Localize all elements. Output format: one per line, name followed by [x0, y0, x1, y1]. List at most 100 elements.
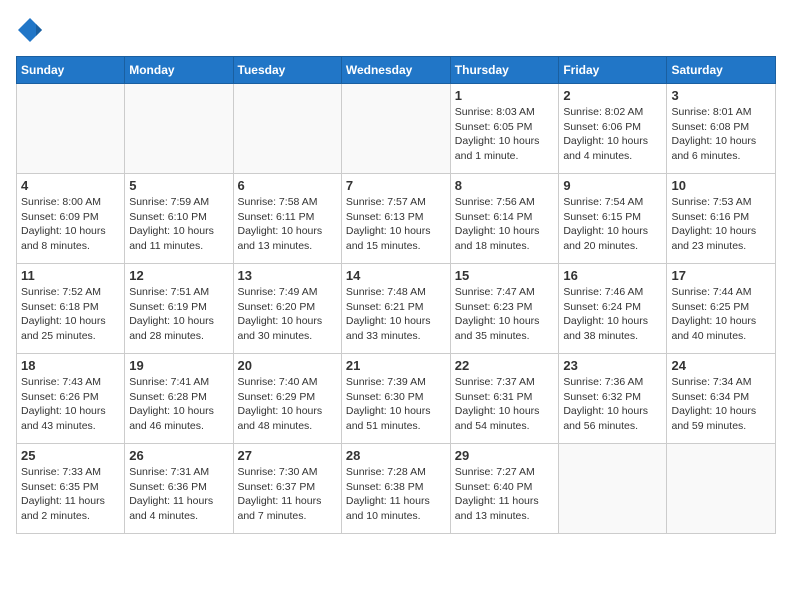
calendar-week-row: 4 Sunrise: 8:00 AM Sunset: 6:09 PM Daylig… — [17, 174, 776, 264]
calendar-cell: 29 Sunrise: 7:27 AM Sunset: 6:40 PM Dayli… — [450, 444, 559, 534]
day-info: Sunrise: 8:00 AM Sunset: 6:09 PM Dayligh… — [21, 195, 120, 254]
day-number: 10 — [671, 178, 771, 193]
day-number: 21 — [346, 358, 446, 373]
day-info: Sunrise: 7:57 AM Sunset: 6:13 PM Dayligh… — [346, 195, 446, 254]
day-number: 4 — [21, 178, 120, 193]
calendar-cell: 21 Sunrise: 7:39 AM Sunset: 6:30 PM Dayli… — [341, 354, 450, 444]
day-info: Sunrise: 7:39 AM Sunset: 6:30 PM Dayligh… — [346, 375, 446, 434]
day-info: Sunrise: 7:59 AM Sunset: 6:10 PM Dayligh… — [129, 195, 228, 254]
calendar-table: SundayMondayTuesdayWednesdayThursdayFrid… — [16, 56, 776, 534]
day-number: 7 — [346, 178, 446, 193]
day-number: 1 — [455, 88, 555, 103]
calendar-cell: 3 Sunrise: 8:01 AM Sunset: 6:08 PM Daylig… — [667, 84, 776, 174]
logo-icon — [16, 16, 44, 44]
calendar-cell — [233, 84, 341, 174]
day-number: 18 — [21, 358, 120, 373]
day-info: Sunrise: 7:41 AM Sunset: 6:28 PM Dayligh… — [129, 375, 228, 434]
day-info: Sunrise: 7:48 AM Sunset: 6:21 PM Dayligh… — [346, 285, 446, 344]
day-info: Sunrise: 7:27 AM Sunset: 6:40 PM Dayligh… — [455, 465, 555, 524]
weekday-header-tuesday: Tuesday — [233, 57, 341, 84]
calendar-week-row: 18 Sunrise: 7:43 AM Sunset: 6:26 PM Dayli… — [17, 354, 776, 444]
calendar-body: 1 Sunrise: 8:03 AM Sunset: 6:05 PM Daylig… — [17, 84, 776, 534]
day-info: Sunrise: 7:51 AM Sunset: 6:19 PM Dayligh… — [129, 285, 228, 344]
calendar-cell: 15 Sunrise: 7:47 AM Sunset: 6:23 PM Dayli… — [450, 264, 559, 354]
day-info: Sunrise: 7:58 AM Sunset: 6:11 PM Dayligh… — [238, 195, 337, 254]
calendar-cell: 13Sunrise: 7:49 AM Sunset: 6:20 PM Dayli… — [233, 264, 341, 354]
day-number: 12 — [129, 268, 228, 283]
calendar-cell: 4 Sunrise: 8:00 AM Sunset: 6:09 PM Daylig… — [17, 174, 125, 264]
day-number: 8 — [455, 178, 555, 193]
calendar-cell: 7 Sunrise: 7:57 AM Sunset: 6:13 PM Daylig… — [341, 174, 450, 264]
calendar-cell — [559, 444, 667, 534]
day-info: Sunrise: 7:36 AM Sunset: 6:32 PM Dayligh… — [563, 375, 662, 434]
day-number: 2 — [563, 88, 662, 103]
weekday-header-friday: Friday — [559, 57, 667, 84]
calendar-cell — [125, 84, 233, 174]
day-info: Sunrise: 8:02 AM Sunset: 6:06 PM Dayligh… — [563, 105, 662, 164]
day-info: Sunrise: 7:30 AM Sunset: 6:37 PM Dayligh… — [238, 465, 337, 524]
day-number: 11 — [21, 268, 120, 283]
weekday-header-saturday: Saturday — [667, 57, 776, 84]
day-number: 29 — [455, 448, 555, 463]
calendar-cell: 2 Sunrise: 8:02 AM Sunset: 6:06 PM Daylig… — [559, 84, 667, 174]
day-number: 24 — [671, 358, 771, 373]
calendar-week-row: 11 Sunrise: 7:52 AM Sunset: 6:18 PM Dayli… — [17, 264, 776, 354]
calendar-cell: 9Sunrise: 7:54 AM Sunset: 6:15 PM Daylig… — [559, 174, 667, 264]
day-info: Sunrise: 7:56 AM Sunset: 6:14 PM Dayligh… — [455, 195, 555, 254]
calendar-cell: 5 Sunrise: 7:59 AM Sunset: 6:10 PM Daylig… — [125, 174, 233, 264]
calendar-cell: 25 Sunrise: 7:33 AM Sunset: 6:35 PM Dayli… — [17, 444, 125, 534]
day-number: 3 — [671, 88, 771, 103]
weekday-header-monday: Monday — [125, 57, 233, 84]
calendar-cell: 18 Sunrise: 7:43 AM Sunset: 6:26 PM Dayli… — [17, 354, 125, 444]
page-header — [16, 16, 776, 44]
calendar-cell: 16Sunrise: 7:46 AM Sunset: 6:24 PM Dayli… — [559, 264, 667, 354]
calendar-week-row: 1 Sunrise: 8:03 AM Sunset: 6:05 PM Daylig… — [17, 84, 776, 174]
day-info: Sunrise: 8:01 AM Sunset: 6:08 PM Dayligh… — [671, 105, 771, 164]
calendar-cell: 8 Sunrise: 7:56 AM Sunset: 6:14 PM Daylig… — [450, 174, 559, 264]
day-number: 26 — [129, 448, 228, 463]
day-number: 25 — [21, 448, 120, 463]
calendar-cell: 10 Sunrise: 7:53 AM Sunset: 6:16 PM Dayli… — [667, 174, 776, 264]
calendar-header: SundayMondayTuesdayWednesdayThursdayFrid… — [17, 57, 776, 84]
calendar-cell: 14 Sunrise: 7:48 AM Sunset: 6:21 PM Dayli… — [341, 264, 450, 354]
weekday-header-row: SundayMondayTuesdayWednesdayThursdayFrid… — [17, 57, 776, 84]
calendar-cell: 28 Sunrise: 7:28 AM Sunset: 6:38 PM Dayli… — [341, 444, 450, 534]
weekday-header-thursday: Thursday — [450, 57, 559, 84]
day-number: 27 — [238, 448, 337, 463]
calendar-cell: 22Sunrise: 7:37 AM Sunset: 6:31 PM Dayli… — [450, 354, 559, 444]
day-info: Sunrise: 7:31 AM Sunset: 6:36 PM Dayligh… — [129, 465, 228, 524]
calendar-cell: 26 Sunrise: 7:31 AM Sunset: 6:36 PM Dayli… — [125, 444, 233, 534]
calendar-week-row: 25 Sunrise: 7:33 AM Sunset: 6:35 PM Dayli… — [17, 444, 776, 534]
day-info: Sunrise: 8:03 AM Sunset: 6:05 PM Dayligh… — [455, 105, 555, 164]
day-info: Sunrise: 7:53 AM Sunset: 6:16 PM Dayligh… — [671, 195, 771, 254]
calendar-cell: 24 Sunrise: 7:34 AM Sunset: 6:34 PM Dayli… — [667, 354, 776, 444]
day-info: Sunrise: 7:28 AM Sunset: 6:38 PM Dayligh… — [346, 465, 446, 524]
day-info: Sunrise: 7:47 AM Sunset: 6:23 PM Dayligh… — [455, 285, 555, 344]
calendar-cell: 20 Sunrise: 7:40 AM Sunset: 6:29 PM Dayli… — [233, 354, 341, 444]
day-number: 28 — [346, 448, 446, 463]
day-number: 14 — [346, 268, 446, 283]
day-info: Sunrise: 7:34 AM Sunset: 6:34 PM Dayligh… — [671, 375, 771, 434]
day-number: 23 — [563, 358, 662, 373]
day-number: 9 — [563, 178, 662, 193]
day-number: 15 — [455, 268, 555, 283]
calendar-cell: 11 Sunrise: 7:52 AM Sunset: 6:18 PM Dayli… — [17, 264, 125, 354]
weekday-header-wednesday: Wednesday — [341, 57, 450, 84]
calendar-cell — [667, 444, 776, 534]
calendar-cell: 1 Sunrise: 8:03 AM Sunset: 6:05 PM Daylig… — [450, 84, 559, 174]
day-info: Sunrise: 7:40 AM Sunset: 6:29 PM Dayligh… — [238, 375, 337, 434]
calendar-cell: 17Sunrise: 7:44 AM Sunset: 6:25 PM Dayli… — [667, 264, 776, 354]
calendar-cell — [17, 84, 125, 174]
day-info: Sunrise: 7:33 AM Sunset: 6:35 PM Dayligh… — [21, 465, 120, 524]
calendar-cell — [341, 84, 450, 174]
day-info: Sunrise: 7:52 AM Sunset: 6:18 PM Dayligh… — [21, 285, 120, 344]
day-number: 19 — [129, 358, 228, 373]
day-number: 5 — [129, 178, 228, 193]
calendar-cell: 27 Sunrise: 7:30 AM Sunset: 6:37 PM Dayli… — [233, 444, 341, 534]
calendar-cell: 19 Sunrise: 7:41 AM Sunset: 6:28 PM Dayli… — [125, 354, 233, 444]
calendar-cell: 6Sunrise: 7:58 AM Sunset: 6:11 PM Daylig… — [233, 174, 341, 264]
day-info: Sunrise: 7:43 AM Sunset: 6:26 PM Dayligh… — [21, 375, 120, 434]
day-info: Sunrise: 7:44 AM Sunset: 6:25 PM Dayligh… — [671, 285, 771, 344]
day-number: 20 — [238, 358, 337, 373]
day-number: 16 — [563, 268, 662, 283]
